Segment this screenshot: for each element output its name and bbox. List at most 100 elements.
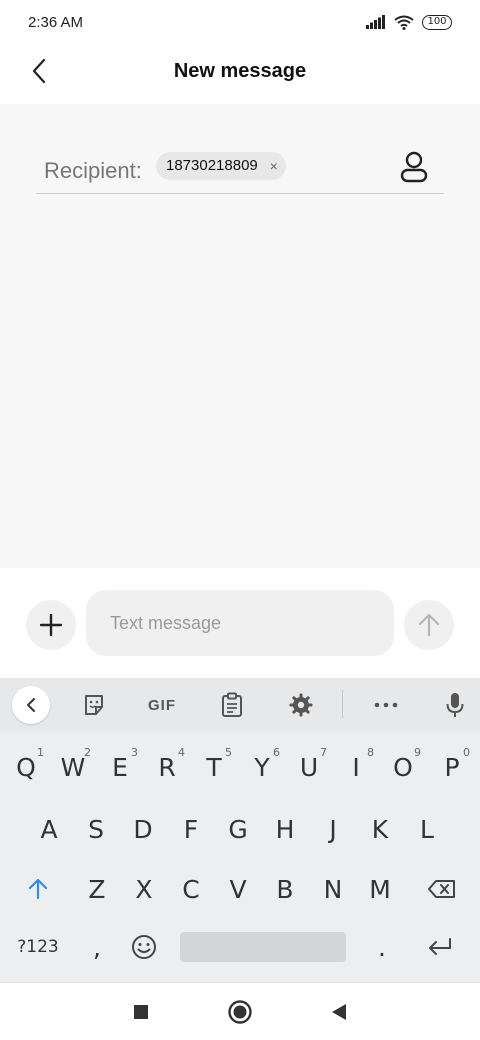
enter-key[interactable]: [418, 922, 462, 972]
recipient-row: Recipient: 18730218809 ×: [36, 148, 444, 194]
signal-icon: [366, 15, 385, 29]
key-e[interactable]: E3: [98, 742, 142, 792]
key-b[interactable]: B: [263, 864, 307, 914]
status-time: 2:36 AM: [28, 14, 84, 31]
keyboard-toolbar: GIF: [0, 678, 480, 732]
key-hint: 0: [463, 746, 470, 759]
message-input[interactable]: [86, 590, 394, 656]
more-button[interactable]: [366, 686, 406, 724]
key-hint: 2: [84, 746, 91, 759]
clipboard-button[interactable]: [212, 686, 252, 724]
voice-input-button[interactable]: [436, 686, 474, 724]
key-label: U: [299, 752, 319, 782]
key-n[interactable]: N: [311, 864, 355, 914]
key-r[interactable]: R4: [145, 742, 189, 792]
emoji-key[interactable]: [122, 922, 166, 972]
key-c[interactable]: C: [169, 864, 213, 914]
gif-button[interactable]: GIF: [140, 686, 184, 724]
keyboard-collapse-button[interactable]: [12, 686, 50, 724]
emoji-icon: [132, 935, 156, 959]
key-hint: 7: [320, 746, 327, 759]
key-hint: 8: [367, 746, 374, 759]
page-title: New message: [173, 60, 307, 82]
recipient-label: Recipient:: [44, 158, 142, 183]
key-hint: 9: [414, 746, 421, 759]
key-hint: 6: [273, 746, 280, 759]
shift-arrow-icon: [28, 878, 48, 900]
symbols-key[interactable]: ?123: [14, 922, 62, 972]
key-d[interactable]: D: [121, 804, 165, 854]
key-y[interactable]: Y6: [240, 742, 284, 792]
person-icon: [400, 151, 428, 183]
key-f[interactable]: F: [169, 804, 213, 854]
gif-icon: GIF: [148, 696, 176, 714]
wifi-icon: [394, 15, 414, 30]
key-label: T: [206, 752, 222, 782]
key-t[interactable]: T5: [192, 742, 236, 792]
key-label: R: [158, 752, 176, 782]
key-h[interactable]: H: [263, 804, 307, 854]
battery-icon: 100: [422, 14, 452, 30]
arrow-up-icon: [418, 613, 440, 637]
key-label: W: [60, 752, 86, 782]
key-i[interactable]: I8: [334, 742, 378, 792]
shift-key[interactable]: [16, 864, 60, 914]
backspace-key[interactable]: [420, 864, 464, 914]
clipboard-icon: [222, 692, 242, 717]
key-label: I: [352, 752, 360, 782]
key-label: P: [444, 752, 460, 782]
key-hint: 1: [37, 746, 44, 759]
period-key[interactable]: .: [360, 922, 404, 972]
key-z[interactable]: Z: [75, 864, 119, 914]
key-j[interactable]: J: [311, 804, 355, 854]
toolbar-divider: [342, 690, 343, 718]
key-u[interactable]: U7: [287, 742, 331, 792]
settings-button[interactable]: [281, 686, 321, 724]
space-key[interactable]: [180, 932, 346, 962]
navigation-bar: [0, 982, 480, 1040]
more-icon: [374, 702, 398, 708]
recents-square-icon: [134, 1005, 148, 1019]
key-label: Q: [16, 752, 36, 782]
key-hint: 5: [225, 746, 232, 759]
key-x[interactable]: X: [122, 864, 166, 914]
status-bar: 2:36 AM 100: [0, 0, 480, 44]
key-p[interactable]: P0: [430, 742, 474, 792]
key-label: Y: [254, 752, 270, 782]
compose-bar: [0, 568, 480, 678]
back-nav-button[interactable]: [324, 997, 354, 1027]
backspace-icon: [428, 880, 455, 898]
message-content-area: Recipient: 18730218809 ×: [0, 104, 480, 568]
recipient-chip[interactable]: 18730218809 ×: [156, 152, 286, 180]
key-label: E: [112, 752, 128, 782]
key-w[interactable]: W2: [51, 742, 95, 792]
key-o[interactable]: O9: [381, 742, 425, 792]
send-button[interactable]: [404, 600, 454, 650]
plus-icon: [40, 614, 62, 636]
recents-button[interactable]: [126, 997, 156, 1027]
home-button[interactable]: [225, 997, 255, 1027]
comma-key[interactable]: ,: [75, 922, 119, 972]
attach-button[interactable]: [26, 600, 76, 650]
contacts-button[interactable]: [398, 150, 430, 184]
key-l[interactable]: L: [405, 804, 449, 854]
key-hint: 4: [178, 746, 185, 759]
sticker-icon: [85, 695, 103, 715]
key-m[interactable]: M: [358, 864, 402, 914]
gear-icon: [289, 693, 313, 717]
key-g[interactable]: G: [216, 804, 260, 854]
sticker-button[interactable]: [74, 686, 114, 724]
keyboard: G I F Q 1 W 2 E 3 R 4 T 5 Y 6 U 7 I 8 O 9 …: [0, 678, 480, 982]
chevron-left-icon: [27, 698, 35, 712]
home-circle-icon: [228, 1000, 252, 1024]
remove-recipient-icon[interactable]: ×: [270, 152, 278, 180]
status-icons: 100: [366, 12, 452, 32]
key-s[interactable]: S: [74, 804, 118, 854]
key-k[interactable]: K: [358, 804, 402, 854]
key-a[interactable]: A: [27, 804, 71, 854]
key-hint: 3: [131, 746, 138, 759]
recipient-chip-value: 18730218809: [166, 157, 258, 174]
key-v[interactable]: V: [216, 864, 260, 914]
enter-icon: [429, 938, 451, 955]
key-q[interactable]: Q1: [4, 742, 48, 792]
